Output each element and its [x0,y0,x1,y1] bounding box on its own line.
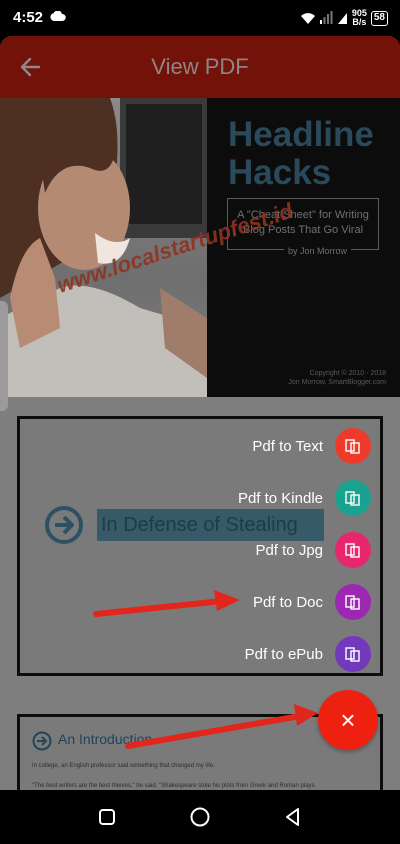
file-image-icon [345,543,360,558]
arrow-circle-icon [32,731,52,751]
close-icon: × [340,705,356,735]
pdf-to-epub-button[interactable] [335,636,371,672]
cover-title: Headline Hacks [228,116,374,192]
arrow-circle-icon [45,506,83,544]
back-triangle-icon [286,808,300,826]
cover-title-line1: Headline [228,115,374,154]
page3-heading: An Introduction [58,731,153,747]
app-bar: View PDF [0,36,400,98]
side-scroll-handle[interactable] [0,301,8,411]
app-window: View PDF Headline Hacks A "Cheat Sheet" … [0,36,400,790]
recents-icon [98,809,115,825]
page-title: View PDF [151,54,249,79]
signal-icon-2 [337,13,347,24]
cover-copyright-line2: Jon Morrow, SmartBlogger.com [288,379,386,386]
dial-item-pdf-to-kindle[interactable]: Pdf to Kindle [238,480,371,516]
dial-item-pdf-to-jpg[interactable]: Pdf to Jpg [255,532,371,568]
dial-item-pdf-to-text[interactable]: Pdf to Text [252,428,371,464]
pdf-to-jpg-button[interactable] [335,532,371,568]
file-doc-icon [345,595,360,610]
dial-label-pdf-to-kindle[interactable]: Pdf to Kindle [238,490,323,507]
recents-button[interactable] [87,797,127,837]
speed-dial-close-button[interactable]: × [318,690,378,750]
wifi-icon [300,13,315,24]
cloud-icon [50,11,66,21]
signal-icon [319,11,333,24]
pdf-to-kindle-button[interactable] [335,480,371,516]
pdf-to-doc-button[interactable] [335,584,371,620]
status-bar: 4:52 905 B/s 58 [0,0,400,36]
dial-label-pdf-to-epub[interactable]: Pdf to ePub [245,646,323,663]
home-icon [190,807,210,827]
phone-screen: 4:52 905 B/s 58 View PDF Headline Hacks … [0,0,400,844]
file-text-icon [345,439,360,454]
cover-title-line2: Hacks [228,153,332,192]
page3-paragraph-2: "The best writers are the best thieves,"… [32,783,317,789]
pdf-page-cover: Headline Hacks A "Cheat Sheet" for Writi… [0,98,400,397]
home-button[interactable] [180,797,220,837]
pdf-to-text-button[interactable] [335,428,371,464]
dial-item-pdf-to-doc[interactable]: Pdf to Doc [253,584,371,620]
dial-label-pdf-to-jpg[interactable]: Pdf to Jpg [255,542,323,559]
battery-indicator: 58 [370,10,388,26]
file-kindle-icon [345,491,360,506]
system-nav-bar [0,790,400,844]
cover-copyright: Copyright © 2010 - 2018 Jon Morrow, Smar… [288,369,386,387]
dial-label-pdf-to-doc[interactable]: Pdf to Doc [253,594,323,611]
dial-item-pdf-to-epub[interactable]: Pdf to ePub [245,636,371,672]
status-indicators: 905 B/s 58 [300,7,388,29]
back-nav-button[interactable] [273,797,313,837]
network-speed: 905 B/s [352,9,367,27]
status-time: 4:52 [13,9,44,26]
network-speed-unit: B/s [352,17,367,27]
cover-copyright-line1: Copyright © 2010 - 2018 [309,370,386,377]
page3-paragraph-1: In college, an English professor said so… [32,763,215,769]
dial-label-pdf-to-text[interactable]: Pdf to Text [252,438,323,455]
cover-byline: by Jon Morrow [284,246,352,256]
file-epub-icon [345,647,360,662]
